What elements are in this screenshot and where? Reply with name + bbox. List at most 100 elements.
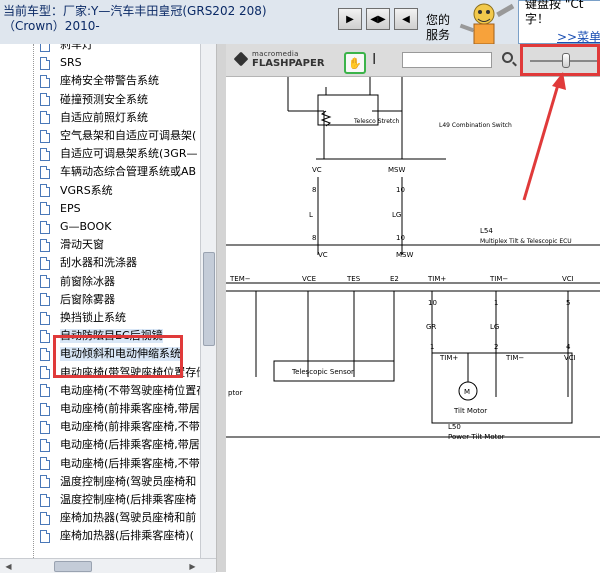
- pin-10-label-lower: 10: [396, 234, 405, 242]
- pin-8-label-lower: 8: [312, 234, 316, 242]
- tree-item-label: 滑动天窗: [60, 238, 104, 252]
- logo-bottom-text: FLASHPAPER: [252, 58, 325, 69]
- service-text: 您的 服务: [426, 13, 450, 43]
- menu-link[interactable]: >>菜单: [557, 28, 600, 45]
- vc-label-top: VC: [312, 166, 322, 174]
- document-icon: [40, 238, 50, 252]
- tree-item-label: 自适应前照灯系统: [60, 110, 148, 124]
- document-icon: [40, 384, 50, 398]
- tree-item-label: EPS: [60, 201, 81, 215]
- next-page-button[interactable]: ▶: [338, 8, 362, 30]
- horizontal-scrollbar-thumb[interactable]: [54, 561, 92, 572]
- tree-item-label: 电动座椅(后排乘客座椅,带居: [60, 438, 200, 452]
- tree-item-label: SRS: [60, 56, 82, 70]
- tree-item[interactable]: 后窗除雾器: [34, 291, 214, 309]
- wire-gr-label: GR: [426, 323, 436, 331]
- tree-item[interactable]: 电动座椅(后排乘客座椅,带居: [34, 436, 214, 454]
- document-icon: [40, 202, 50, 216]
- timm-label-lower: TIM−: [505, 354, 524, 362]
- back-icon: ◀: [402, 13, 410, 25]
- pin-8-label: 8: [312, 186, 316, 194]
- scroll-right-icon[interactable]: ▶: [186, 560, 199, 572]
- tree-item[interactable]: 刹车灯: [34, 44, 214, 54]
- tree-item[interactable]: G—BOOK: [34, 218, 214, 236]
- timp-label: TIM+: [427, 275, 446, 283]
- tree-item[interactable]: 自适应前照灯系统: [34, 109, 214, 127]
- document-icon: [40, 275, 50, 289]
- document-icon: [40, 402, 50, 416]
- tree-item[interactable]: 温度控制座椅(驾驶员座椅和: [34, 473, 214, 491]
- vci-label-lower: VCI: [564, 354, 576, 362]
- tree-item[interactable]: 碰撞预测安全系统: [34, 91, 214, 109]
- document-icon: [40, 44, 50, 52]
- tree-item-label: 车辆动态综合管理系统或AB: [60, 165, 197, 179]
- tree-item[interactable]: 车辆动态综合管理系统或AB: [34, 163, 214, 181]
- macromedia-logo-icon: [233, 51, 249, 67]
- sidebar-vertical-scrollbar[interactable]: [200, 44, 216, 558]
- tree-item[interactable]: 空气悬架和自适应可调悬架(: [34, 127, 214, 145]
- tree-item[interactable]: 滑动天窗: [34, 236, 214, 254]
- play-icon: ▶: [346, 13, 354, 25]
- tem-label: TEM−: [229, 275, 251, 283]
- scroll-left-icon[interactable]: ◀: [2, 560, 15, 572]
- tree-item[interactable]: VGRS系统: [34, 182, 214, 200]
- mechanic-mascot-icon: [459, 3, 515, 44]
- tree-item[interactable]: 温度控制座椅(后排乘客座椅: [34, 491, 214, 509]
- tree-sidebar: 刹车灯 SRS 座椅安全带警告系统碰撞预测安全系统 自适应前照灯系统空气悬架和自适应可…: [0, 44, 216, 558]
- document-icon: [40, 184, 50, 198]
- tree-item[interactable]: 电动座椅(不带驾驶座椅位置存储: [34, 382, 216, 400]
- hand-tool-button[interactable]: ✋: [344, 52, 366, 74]
- tree-item[interactable]: EPS: [34, 200, 214, 218]
- app-header: 当前车型：厂家:Y—汽车丰田皇冠(GRS202 208) （Crown）2010…: [0, 0, 600, 44]
- tip-bubble: 键盘按 "Ct 字！ >>菜单: [518, 0, 600, 44]
- tree-item-label: 前窗除冰器: [60, 274, 115, 288]
- tree-item[interactable]: 前窗除冰器: [34, 273, 214, 291]
- document-icon: [40, 329, 50, 343]
- document-icon: [40, 165, 50, 179]
- search-icon[interactable]: [502, 52, 513, 63]
- scrollbar-thumb[interactable]: [203, 252, 215, 346]
- prev-page-button[interactable]: ◀: [394, 8, 418, 30]
- sidebar-horizontal-scrollbar[interactable]: ◀ ▶: [0, 558, 216, 573]
- tree-item[interactable]: SRS: [34, 54, 214, 72]
- tree-item-label: 刹车灯: [60, 44, 93, 51]
- tree-item[interactable]: 电动座椅(后排乘客座椅,不带: [34, 455, 214, 473]
- tree-item-label: 温度控制座椅(驾驶员座椅和: [60, 474, 197, 488]
- document-icon: [40, 366, 50, 380]
- flashpaper-viewer: macromedia FLASHPAPER ✋ I Telesco Stretc…: [226, 44, 600, 572]
- tree-item[interactable]: 电动座椅(前排乘客座椅,带居: [34, 400, 214, 418]
- telescopic-stretch-label: Telesco Stretch: [353, 118, 400, 125]
- car-type-line1: 当前车型：厂家:Y—汽车丰田皇冠(GRS202 208): [3, 4, 267, 18]
- tree-item[interactable]: 换挡锁止系统: [34, 309, 214, 327]
- tes-label: TES: [346, 275, 361, 283]
- current-car-type: 当前车型：厂家:Y—汽车丰田皇冠(GRS202 208) （Crown）2010…: [3, 4, 267, 34]
- document-icon: [40, 457, 50, 471]
- tree-item-label: 刮水器和洗涤器: [60, 256, 137, 270]
- tree-item[interactable]: 座椅安全带警告系统: [34, 72, 214, 90]
- tree-item[interactable]: 刮水器和洗涤器: [34, 254, 214, 272]
- msw-label-top: MSW: [388, 166, 405, 174]
- tree-item-label: 电动座椅(不带驾驶座椅位置存储: [60, 383, 216, 397]
- expand-arrows-icon: ◀▶: [370, 13, 386, 25]
- tree-item-label: 电动座椅(前排乘客座椅,不带: [60, 420, 200, 434]
- tree-item[interactable]: 座椅加热器(驾驶员座椅和前: [34, 509, 214, 527]
- wire-lg-label-motor: LG: [490, 323, 499, 331]
- document-icon: [40, 256, 50, 270]
- text-cursor-icon: I: [372, 50, 377, 68]
- expand-button[interactable]: ◀▶: [366, 8, 390, 30]
- tree-item[interactable]: 电动座椅(前排乘客座椅,不带: [34, 418, 214, 436]
- tree-item-label: 自适应可调悬架系统(3GR—: [60, 147, 198, 161]
- document-icon: [40, 74, 50, 88]
- l54-label: L54: [480, 227, 493, 235]
- tree-item[interactable]: 自适应可调悬架系统(3GR—: [34, 145, 214, 163]
- find-input[interactable]: [402, 52, 492, 68]
- timm-label: TIM−: [489, 275, 508, 283]
- document-icon: [40, 93, 50, 107]
- service-line1: 您的: [426, 13, 451, 27]
- tree-item[interactable]: 座椅加热器(后排乘客座椅)(: [34, 527, 214, 545]
- tree-item-label: 碰撞预测安全系统: [60, 92, 148, 106]
- text-select-tool-button[interactable]: I: [372, 50, 376, 68]
- tree-item-label: 温度控制座椅(后排乘客座椅: [60, 493, 197, 506]
- wiring-diagram: Telesco Stretch L49 Combination Switch V…: [226, 77, 600, 572]
- document-icon: [40, 56, 50, 70]
